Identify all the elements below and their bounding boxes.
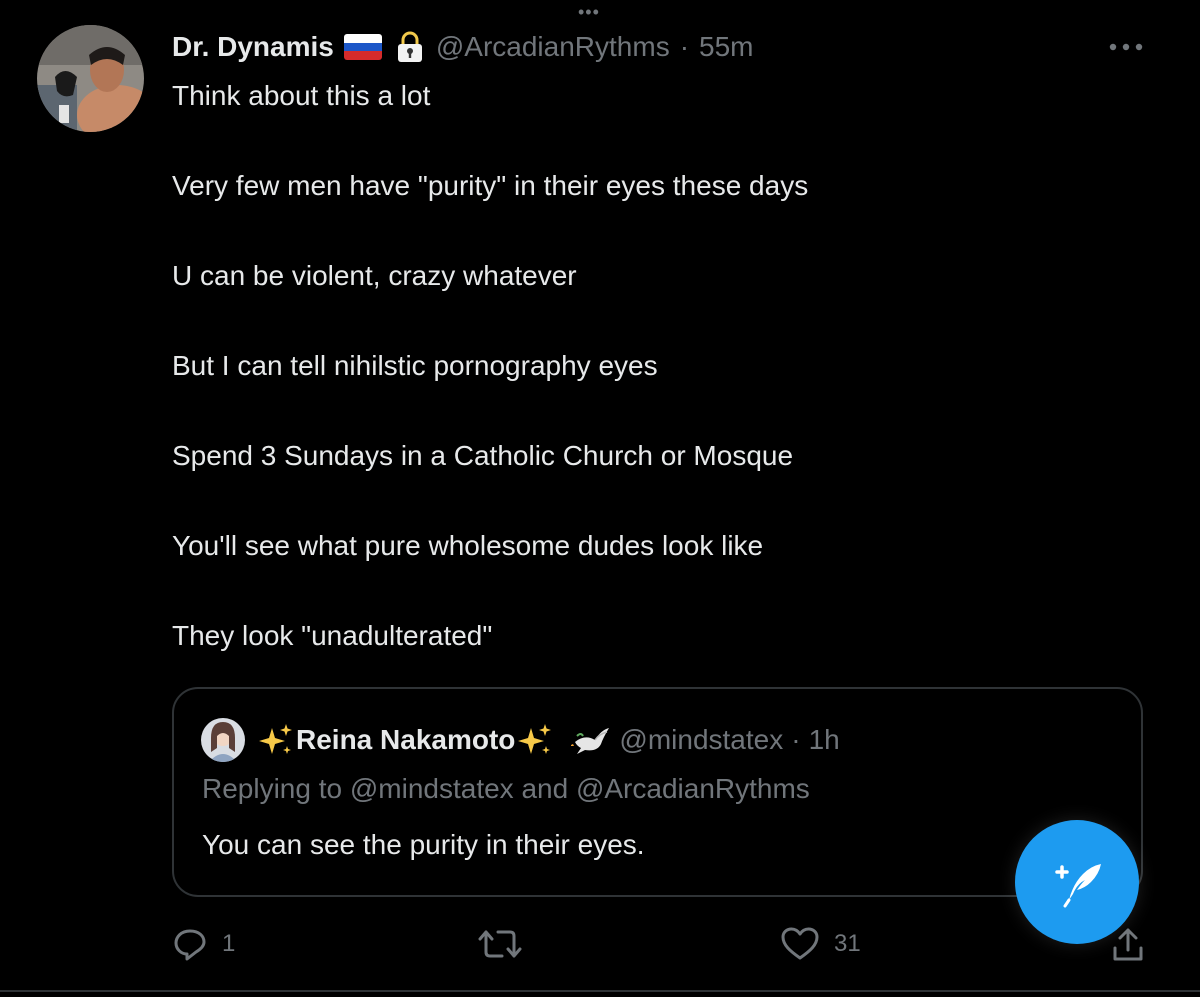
tweet-text-line: Think about this a lot bbox=[172, 80, 431, 111]
quoted-tweet-card[interactable]: Reina Nakamoto @mindstatex · 1h Replying… bbox=[172, 687, 1143, 897]
compose-tweet-button[interactable] bbox=[1015, 820, 1139, 944]
tweet-text-line: But I can tell nihilstic pornography eye… bbox=[172, 350, 658, 381]
divider bbox=[0, 990, 1200, 992]
quoted-tweet-header: Reina Nakamoto @mindstatex · 1h bbox=[258, 717, 840, 763]
author-avatar[interactable] bbox=[37, 25, 144, 132]
tweet-text-line: You'll see what pure wholesome dudes loo… bbox=[172, 530, 764, 561]
quoted-author-display-name[interactable]: Reina Nakamoto bbox=[296, 724, 515, 756]
author-display-name[interactable]: Dr. Dynamis bbox=[172, 31, 334, 63]
reply-icon bbox=[172, 926, 208, 962]
quoted-tweet-text: You can see the purity in their eyes. bbox=[202, 829, 645, 860]
quoted-author-handle[interactable]: @mindstatex bbox=[619, 724, 783, 756]
tweet-text-line: They look "unadulterated" bbox=[172, 620, 493, 651]
tweet-header: Dr. Dynamis @ArcadianRythms · 55m bbox=[172, 26, 754, 68]
meta-separator: · bbox=[791, 724, 801, 755]
like-count: 31 bbox=[834, 930, 861, 957]
author-handle[interactable]: @ArcadianRythms bbox=[436, 31, 670, 63]
compose-feather-icon bbox=[1047, 850, 1107, 915]
more-options-icon[interactable] bbox=[1106, 40, 1146, 54]
lock-icon bbox=[394, 30, 426, 64]
share-icon bbox=[1110, 926, 1146, 964]
reply-count: 1 bbox=[222, 930, 236, 957]
meta-separator: · bbox=[679, 31, 690, 62]
heart-icon bbox=[780, 926, 820, 962]
replying-to-text: Replying to @mindstatex and @ArcadianRyt… bbox=[202, 773, 810, 804]
like-button[interactable]: 31 bbox=[780, 926, 861, 962]
tweet-text-line: U can be violent, crazy whatever bbox=[172, 260, 577, 291]
tweet-actions-bar: 1 31 bbox=[0, 920, 1200, 970]
quoted-tweet-timestamp[interactable]: 1h bbox=[809, 724, 840, 756]
dove-icon bbox=[569, 722, 611, 758]
share-button[interactable] bbox=[1110, 926, 1146, 964]
russia-flag-icon bbox=[343, 34, 382, 60]
sparkles-icon bbox=[258, 722, 294, 758]
window-dots-handle[interactable]: ••• bbox=[578, 2, 600, 23]
sparkles-icon bbox=[517, 722, 553, 758]
tweet-text-line: Very few men have "purity" in their eyes… bbox=[172, 170, 809, 201]
tweet-timestamp[interactable]: 55m bbox=[699, 31, 753, 63]
quoted-author-avatar bbox=[201, 718, 245, 762]
tweet-text-line: Spend 3 Sundays in a Catholic Church or … bbox=[172, 440, 794, 471]
retweet-button[interactable] bbox=[478, 926, 536, 962]
reply-button[interactable]: 1 bbox=[172, 926, 235, 962]
retweet-icon bbox=[478, 926, 522, 962]
